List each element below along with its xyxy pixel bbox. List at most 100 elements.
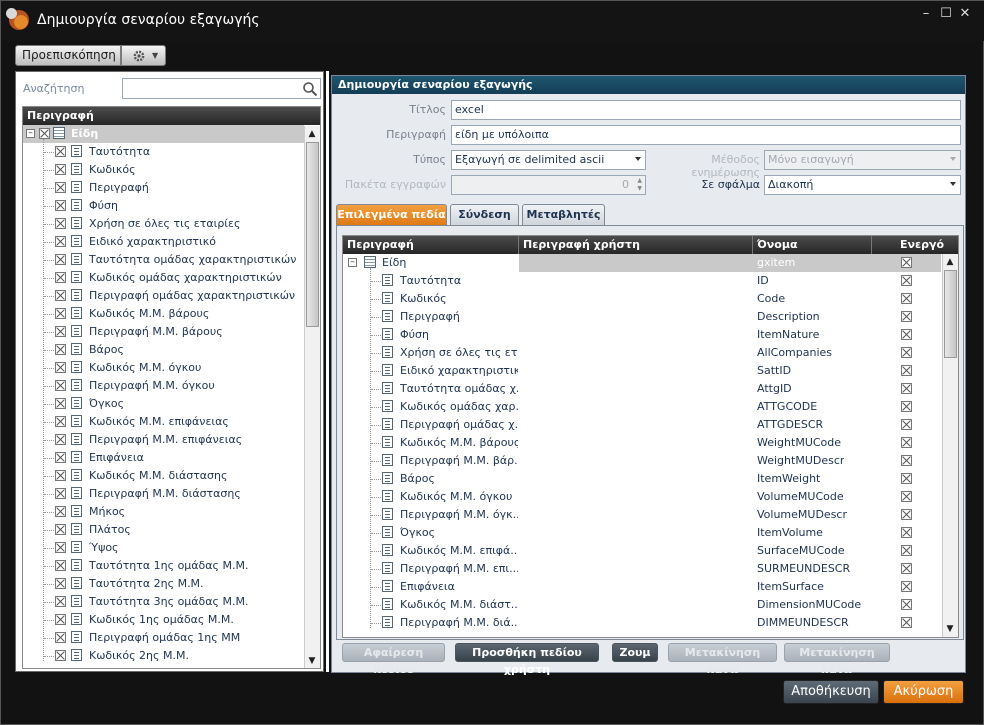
active-checkbox[interactable]: [901, 401, 912, 412]
active-checkbox[interactable]: [901, 419, 912, 430]
tree-item[interactable]: Επιφάνεια: [23, 449, 304, 467]
active-checkbox[interactable]: [901, 527, 912, 538]
zoom-button[interactable]: Ζουμ: [612, 643, 658, 662]
save-button[interactable]: Αποθήκευση: [783, 680, 879, 704]
checkbox-icon[interactable]: [55, 272, 66, 283]
checkbox-icon[interactable]: [55, 182, 66, 193]
grid-row[interactable]: Όγκος ItemVolume: [343, 524, 941, 542]
checkbox-icon[interactable]: [55, 470, 66, 481]
checkbox-icon[interactable]: [55, 434, 66, 445]
tree-item[interactable]: Περιγραφή ομάδας χαρακτηριστικών: [23, 287, 304, 305]
column-header-active[interactable]: Ενεργό: [872, 236, 958, 254]
tree-item[interactable]: Περιγραφή Μ.Μ. επιφάνειας: [23, 431, 304, 449]
active-checkbox[interactable]: [901, 329, 912, 340]
grid-row[interactable]: Κωδικός Μ.Μ. βάρους WeightMUCode: [343, 434, 941, 452]
active-checkbox[interactable]: [901, 563, 912, 574]
tree-item[interactable]: Ταυτότητα: [23, 143, 304, 161]
add-user-field-button[interactable]: Προσθήκη πεδίου χρήστη: [455, 643, 599, 676]
checkbox-icon[interactable]: [55, 542, 66, 553]
tree-item[interactable]: Κωδικός Μ.Μ. διάστασης: [23, 467, 304, 485]
tree-item[interactable]: Βάρος: [23, 341, 304, 359]
tree-item[interactable]: Κωδικός: [23, 161, 304, 179]
title-bar[interactable]: Δημιουργία σεναρίου εξαγωγής – ☐ ✕: [1, 1, 984, 41]
grid-row[interactable]: Κωδικός Code: [343, 290, 941, 308]
tab-variables[interactable]: Μεταβλητές: [522, 204, 605, 225]
grid-row[interactable]: Περιγραφή Μ.Μ. όγκ... VolumeMUDescr: [343, 506, 941, 524]
grid-scrollbar[interactable]: ▲ ▼: [942, 254, 958, 637]
checkbox-icon[interactable]: [55, 560, 66, 571]
checkbox-icon[interactable]: [55, 200, 66, 211]
tree-item[interactable]: Ταυτότητα 2ης Μ.Μ.: [23, 575, 304, 593]
checkbox-icon[interactable]: [55, 254, 66, 265]
scroll-down-icon[interactable]: ▼: [305, 655, 319, 668]
tree-item[interactable]: Περιγραφή ομάδας 1ης ΜΜ: [23, 629, 304, 647]
grid-row[interactable]: Ειδικό χαρακτηριστικό SattID: [343, 362, 941, 380]
active-checkbox[interactable]: [901, 347, 912, 358]
tree-item[interactable]: Κωδικός Μ.Μ. όγκου: [23, 359, 304, 377]
checkbox-icon[interactable]: [55, 344, 66, 355]
grid-row[interactable]: Περιγραφή Μ.Μ. βάρ... WeightMUDescr: [343, 452, 941, 470]
checkbox-icon[interactable]: [55, 632, 66, 643]
checkbox-icon[interactable]: [55, 218, 66, 229]
active-checkbox[interactable]: [901, 437, 912, 448]
grid-row[interactable]: Περιγραφή ομάδας χ... ATTGDESCR: [343, 416, 941, 434]
active-checkbox[interactable]: [901, 293, 912, 304]
search-icon[interactable]: [302, 81, 318, 97]
tree-item[interactable]: Περιγραφή Μ.Μ. διάστασης: [23, 485, 304, 503]
tree-item[interactable]: Κωδικός 1ης ομάδας Μ.Μ.: [23, 611, 304, 629]
tree-item[interactable]: Ύψος: [23, 539, 304, 557]
preview-button[interactable]: Προεπισκόπηση: [15, 45, 121, 66]
tree-item[interactable]: Ειδικό χαρακτηριστικό: [23, 233, 304, 251]
active-checkbox[interactable]: [901, 491, 912, 502]
minimize-button[interactable]: –: [917, 6, 935, 22]
grid-row[interactable]: Κωδικός Μ.Μ. διάστ... DimensionMUCode: [343, 596, 941, 614]
tab-connection[interactable]: Σύνδεση: [450, 204, 519, 225]
type-select[interactable]: Εξαγωγή σε delimited ascii: [451, 150, 646, 170]
search-input[interactable]: [122, 78, 321, 99]
checkbox-icon[interactable]: [55, 614, 66, 625]
grid-row[interactable]: Περιγραφή Μ.Μ. επι... SURMEUNDESCR: [343, 560, 941, 578]
grid-row[interactable]: Περιγραφή Description: [343, 308, 941, 326]
checkbox-icon[interactable]: [55, 326, 66, 337]
checkbox-icon[interactable]: [55, 524, 66, 535]
tree-item[interactable]: Κωδικός 2ης Μ.Μ.: [23, 647, 304, 665]
tab-selected-fields[interactable]: Επιλεγμένα πεδία: [336, 204, 447, 225]
column-header-description[interactable]: Περιγραφή: [343, 236, 519, 254]
title-field[interactable]: excel: [451, 100, 961, 120]
tree-item[interactable]: Ταυτότητα ομάδας χαρακτηριστικών: [23, 251, 304, 269]
tree-root-row[interactable]: – Είδη: [23, 125, 304, 143]
move-down-button[interactable]: Μετακίνηση κάτω: [784, 643, 890, 676]
on-error-select[interactable]: Διακοπή: [764, 175, 961, 195]
checkbox-icon[interactable]: [55, 416, 66, 427]
scroll-thumb[interactable]: [306, 142, 319, 327]
tree-item[interactable]: Κωδικός Μ.Μ. βάρους: [23, 305, 304, 323]
close-button[interactable]: ✕: [956, 6, 974, 22]
checkbox-icon[interactable]: [55, 236, 66, 247]
checkbox-icon[interactable]: [55, 290, 66, 301]
checkbox-icon[interactable]: [55, 506, 66, 517]
column-header-name[interactable]: Όνομα: [753, 236, 872, 254]
settings-button[interactable]: ▼: [121, 45, 166, 66]
checkbox-icon[interactable]: [55, 650, 66, 661]
tree-item[interactable]: Όγκος: [23, 395, 304, 413]
grid-row[interactable]: Φύση ItemNature: [343, 326, 941, 344]
column-header-user-description[interactable]: Περιγραφή χρήστη: [519, 236, 753, 254]
checkbox-icon[interactable]: [55, 398, 66, 409]
checkbox-icon[interactable]: [55, 362, 66, 373]
active-checkbox[interactable]: [901, 383, 912, 394]
checkbox-icon[interactable]: [55, 596, 66, 607]
collapse-icon[interactable]: –: [26, 129, 35, 138]
checkbox-icon[interactable]: [55, 380, 66, 391]
pane-splitter[interactable]: [326, 71, 329, 672]
move-up-button[interactable]: Μετακίνηση πάνω: [668, 643, 777, 676]
checkbox-icon[interactable]: [55, 146, 66, 157]
active-checkbox[interactable]: [901, 581, 912, 592]
tree-item[interactable]: Κωδικός Μ.Μ. επιφάνειας: [23, 413, 304, 431]
tree-item[interactable]: Ταυτότητα 1ης ομάδας Μ.Μ.: [23, 557, 304, 575]
checkbox-icon[interactable]: [55, 308, 66, 319]
active-checkbox[interactable]: [901, 365, 912, 376]
tree-item[interactable]: Πλάτος: [23, 521, 304, 539]
grid-row[interactable]: Περιγραφή Μ.Μ. διά... DIMMEUNDESCR: [343, 614, 941, 632]
tree-item[interactable]: Μήκος: [23, 503, 304, 521]
scroll-up-icon[interactable]: ▲: [943, 256, 957, 269]
